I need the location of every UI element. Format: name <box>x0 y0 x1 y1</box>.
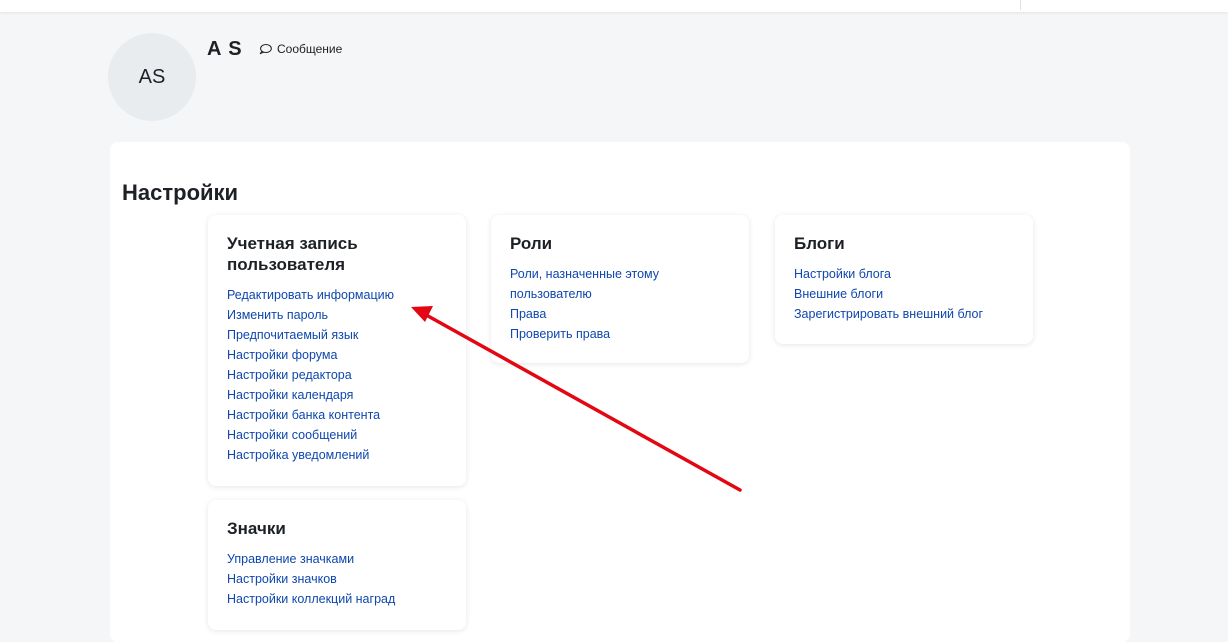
link-content-bank-preferences[interactable]: Настройки банка контента <box>227 408 380 422</box>
link-preferred-language[interactable]: Предпочитаемый язык <box>227 328 358 342</box>
section-title: Значки <box>227 519 286 538</box>
link-forum-preferences[interactable]: Настройки форума <box>227 348 337 362</box>
link-assigned-roles[interactable]: Роли, назначенные этому пользователю <box>510 267 659 301</box>
link-list: Управление значками Настройки значков На… <box>227 549 448 609</box>
link-list: Настройки блога Внешние блоги Зарегистри… <box>794 264 1015 324</box>
speech-bubble-icon <box>259 44 272 55</box>
link-badge-preferences[interactable]: Настройки значков <box>227 572 337 586</box>
link-external-blogs[interactable]: Внешние блоги <box>794 287 883 301</box>
page-title: Настройки <box>122 180 239 205</box>
section-title: Учетная запись пользователя <box>227 234 358 274</box>
message-button[interactable]: Сообщение <box>259 42 342 56</box>
link-register-external-blog[interactable]: Зарегистрировать внешний блог <box>794 307 983 321</box>
link-check-permissions[interactable]: Проверить права <box>510 327 610 341</box>
profile-name: A S <box>207 38 243 60</box>
link-edit-profile[interactable]: Редактировать информацию <box>227 288 394 302</box>
link-badge-collections[interactable]: Настройки коллекций наград <box>227 592 395 606</box>
section-badges: Значки Управление значками Настройки зна… <box>208 500 466 630</box>
link-permissions[interactable]: Права <box>510 307 546 321</box>
link-blog-preferences[interactable]: Настройки блога <box>794 267 891 281</box>
section-user-account: Учетная запись пользователя Редактироват… <box>208 215 466 486</box>
link-list: Редактировать информацию Изменить пароль… <box>227 285 448 465</box>
section-roles: Роли Роли, назначенные этому пользовател… <box>491 215 749 363</box>
section-blogs: Блоги Настройки блога Внешние блоги Заре… <box>775 215 1033 344</box>
message-label: Сообщение <box>277 42 343 56</box>
section-title: Блоги <box>794 234 845 253</box>
link-calendar-preferences[interactable]: Настройки календаря <box>227 388 353 402</box>
link-editor-preferences[interactable]: Настройки редактора <box>227 368 352 382</box>
top-navbar <box>0 0 1228 12</box>
link-manage-badges[interactable]: Управление значками <box>227 552 354 566</box>
link-message-preferences[interactable]: Настройки сообщений <box>227 428 357 442</box>
section-title: Роли <box>510 234 553 253</box>
avatar-initials: AS <box>138 65 166 88</box>
navbar-divider <box>1020 0 1021 10</box>
link-list: Роли, назначенные этому пользователю Пра… <box>510 264 731 344</box>
link-change-password[interactable]: Изменить пароль <box>227 308 328 322</box>
avatar: AS <box>108 33 196 121</box>
link-notification-preferences[interactable]: Настройка уведомлений <box>227 448 369 462</box>
